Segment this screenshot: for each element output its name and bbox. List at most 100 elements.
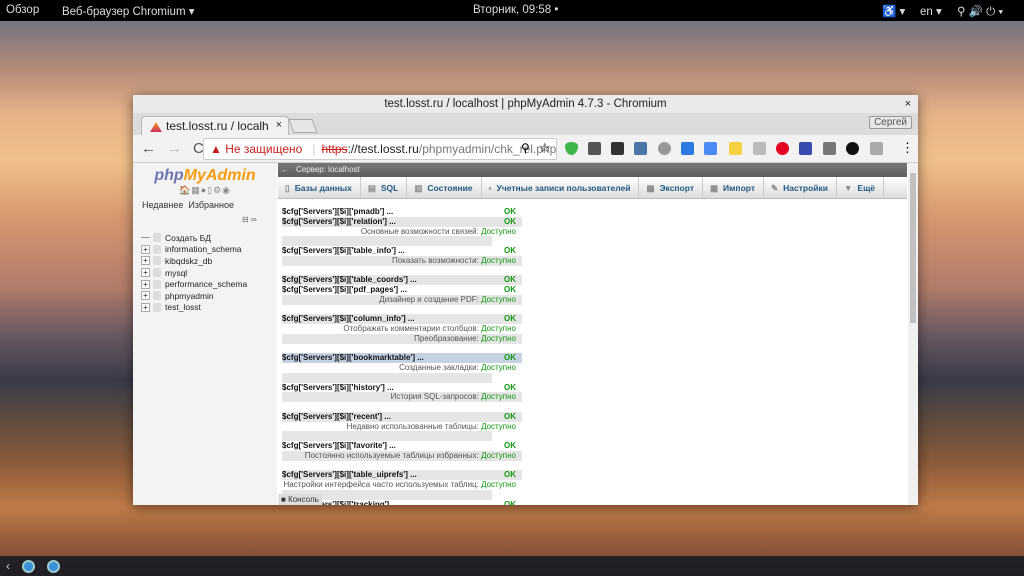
- address-bar[interactable]: ▲ Не защищено | https://test.losst.ru/ph…: [203, 138, 557, 160]
- recent-tab[interactable]: Недавнее: [142, 200, 183, 210]
- feature-status: Доступно: [481, 363, 516, 372]
- chromium-dock-icon[interactable]: [47, 559, 60, 573]
- scrollbar-thumb[interactable]: [910, 173, 916, 323]
- sync-extension-icon[interactable]: [753, 142, 766, 155]
- console-toggle[interactable]: ■ Консоль: [278, 494, 322, 505]
- feature-row: Созданные закладки: Доступно: [282, 363, 522, 373]
- feature-row: Показать возможности: Доступно: [282, 255, 522, 266]
- spacer-row: [282, 431, 492, 441]
- feature-label: Созданные закладки:: [399, 363, 479, 372]
- tab-close-icon[interactable]: ×: [276, 119, 282, 131]
- pinterest-extension-icon[interactable]: [776, 142, 789, 155]
- feature-label: Настройки интерфейса часто используемых …: [283, 480, 479, 489]
- database-tree: Создать БД + information_schema + kibqdskz…: [141, 232, 277, 313]
- extension-icon[interactable]: [611, 142, 624, 155]
- db-item[interactable]: + phpmyadmin: [141, 290, 277, 302]
- pocket-extension-icon[interactable]: [588, 142, 601, 155]
- language-menu[interactable]: en ▾: [920, 4, 942, 18]
- feature-label: Показать возможности:: [391, 255, 479, 265]
- config-row: $cfg['Servers'][$i]['favorite'] ... OK: [282, 441, 522, 451]
- config-row: $cfg['Servers'][$i]['history'] ... OK: [282, 383, 522, 393]
- back-icon[interactable]: ←: [141, 140, 159, 157]
- status-ok: OK: [504, 353, 516, 363]
- db-item[interactable]: + kibqdskz_db: [141, 255, 277, 267]
- spacer-row: [282, 305, 492, 315]
- feature-label: Преобразование:: [414, 333, 479, 343]
- tab-more[interactable]: ▼ Ещё: [837, 177, 884, 198]
- config-label: $cfg['Servers'][$i]['pdf_pages'] ...: [282, 285, 407, 294]
- dock-arrow-icon[interactable]: ‹: [6, 559, 10, 573]
- create-db-item[interactable]: Создать БД: [141, 232, 277, 244]
- tab-export[interactable]: ▦ Экспорт: [639, 177, 703, 198]
- server-breadcrumb: ← Сервер: localhost: [278, 163, 907, 177]
- tab-settings[interactable]: ✎ Настройки: [764, 177, 837, 198]
- collapse-nav-icon[interactable]: ←: [281, 163, 289, 177]
- bookmark-star-icon[interactable]: ☆: [539, 140, 551, 156]
- feature-status: Доступно: [481, 324, 516, 333]
- config-label: $cfg['Servers'][$i]['history'] ...: [282, 382, 394, 392]
- url-scheme: https: [321, 142, 348, 156]
- tab-user-accounts[interactable]: ▪ Учетные записи пользователей: [482, 177, 640, 198]
- db-item[interactable]: + mysql: [141, 267, 277, 279]
- tab-databases[interactable]: ▯ Базы данных: [278, 177, 361, 198]
- config-row: $cfg['Servers'][$i]['relation'] ... OK: [282, 216, 522, 227]
- nav-quick-icons[interactable]: 🏠▦●▯⚙◉: [133, 185, 277, 196]
- db-item[interactable]: + test_losst: [141, 302, 277, 314]
- camera-extension-icon[interactable]: [870, 142, 883, 155]
- config-row: $cfg['Servers'][$i]['recent'] ... OK: [282, 411, 522, 422]
- forward-icon[interactable]: →: [167, 140, 185, 157]
- feature-status: Доступно: [481, 392, 516, 402]
- tab-import[interactable]: ▦ Импорт: [703, 177, 764, 198]
- adblock-extension-icon[interactable]: [565, 142, 578, 155]
- server-link[interactable]: Сервер: localhost: [296, 165, 360, 174]
- window-title: test.losst.ru / localhost | phpMyAdmin 4…: [384, 98, 667, 110]
- config-label: $cfg['Servers'][$i]['recent'] ...: [282, 411, 391, 421]
- phpmyadmin-favicon-icon: [150, 122, 162, 132]
- phpmyadmin-logo[interactable]: phpMyAdmin: [133, 167, 277, 185]
- feature-status: Доступно: [481, 421, 516, 431]
- tab-status[interactable]: ▥ Состояние: [407, 177, 482, 198]
- new-tab-button[interactable]: [288, 119, 318, 133]
- chart-extension-icon[interactable]: [681, 142, 694, 155]
- config-row: $cfg['Servers'][$i]['table_info'] ... OK: [282, 246, 522, 256]
- overview-button[interactable]: Обзор: [6, 4, 39, 16]
- pma-main: ← Сервер: localhost ▯ Базы данных ▤ SQL ▥ С…: [278, 163, 907, 505]
- lightbulb-extension-icon[interactable]: [729, 142, 742, 155]
- settings-extension-icon[interactable]: [658, 142, 671, 155]
- spacer-row: [282, 461, 492, 471]
- window-close-button[interactable]: ×: [905, 95, 911, 114]
- gnome-extension-icon[interactable]: [846, 142, 859, 155]
- tab-sql[interactable]: ▤ SQL: [361, 177, 408, 198]
- relation-check-list: $cfg['Servers'][$i]['pmadb'] ... OK $cfg['…: [282, 207, 907, 505]
- favorites-tab[interactable]: Избранное: [188, 200, 234, 210]
- status-ok: OK: [504, 411, 516, 421]
- accessibility-icon[interactable]: ♿ ▾: [882, 4, 905, 18]
- dock-app-icon[interactable]: [22, 559, 35, 573]
- vk-extension-icon[interactable]: [634, 142, 647, 155]
- db-item[interactable]: + performance_schema: [141, 278, 277, 290]
- system-menu-icons[interactable]: ⚲ 🔊 ⏻ ▾: [957, 4, 1003, 19]
- collapse-link-icons[interactable]: ⊟ ∞: [242, 215, 257, 224]
- config-label: $cfg['Servers'][$i]['relation'] ...: [282, 216, 396, 226]
- pma-navigation: phpMyAdmin 🏠▦●▯⚙◉ Недавнее Избранное ⊟ ∞…: [133, 163, 277, 505]
- feature-status: Доступно: [481, 333, 516, 343]
- binary-extension-icon[interactable]: [823, 142, 836, 155]
- zoom-icon[interactable]: ⚲: [521, 141, 530, 155]
- translate-extension-icon[interactable]: [704, 142, 717, 155]
- scrollbar[interactable]: [908, 163, 918, 505]
- screenshot-extension-icon[interactable]: [799, 142, 812, 155]
- feature-row: Постоянно используемые таблицы избранных…: [282, 450, 522, 461]
- tab-phpmyadmin[interactable]: test.losst.ru / localh ×: [141, 116, 289, 135]
- feature-row: Настройки интерфейса часто используемых …: [282, 480, 522, 490]
- db-item[interactable]: + information_schema: [141, 244, 277, 256]
- security-warning[interactable]: ▲ Не защищено: [210, 142, 302, 156]
- app-menu[interactable]: Веб-браузер Chromium ▾: [62, 4, 195, 18]
- config-label: $cfg['Servers'][$i]['table_info'] ...: [282, 246, 405, 255]
- profile-button[interactable]: Сергей: [869, 116, 912, 129]
- menu-dots-icon[interactable]: ⋮: [901, 140, 914, 156]
- spacer-row: [282, 344, 492, 354]
- feature-status: Доступно: [481, 255, 516, 265]
- feature-status: Доступно: [481, 450, 516, 460]
- config-label: $cfg['Servers'][$i]['pmadb'] ...: [282, 207, 394, 216]
- clock[interactable]: Вторник, 09:58 •: [473, 4, 558, 16]
